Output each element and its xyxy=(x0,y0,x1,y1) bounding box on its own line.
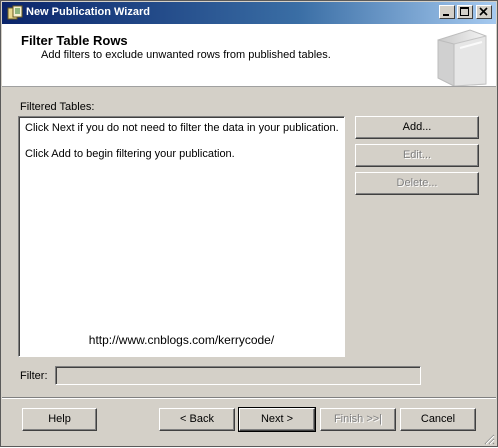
close-button[interactable] xyxy=(476,5,492,19)
wizard-window: New Publication Wizard Filter Table Rows… xyxy=(0,0,498,447)
cancel-button[interactable]: Cancel xyxy=(400,408,476,431)
delete-button[interactable]: Delete... xyxy=(355,172,479,195)
back-button[interactable]: < Back xyxy=(159,408,235,431)
list-hint-next: Click Next if you do not need to filter … xyxy=(25,122,339,134)
filter-field[interactable] xyxy=(55,366,421,385)
maximize-button[interactable] xyxy=(457,5,473,19)
watermark-url: http://www.cnblogs.com/kerrycode/ xyxy=(88,333,275,347)
resize-grip-icon[interactable] xyxy=(483,433,495,445)
window-title: New Publication Wizard xyxy=(26,6,150,18)
edit-button[interactable]: Edit... xyxy=(355,144,479,167)
publication-book-graphic xyxy=(430,26,494,87)
next-button[interactable]: Next > xyxy=(238,407,316,432)
wizard-app-icon xyxy=(7,5,23,21)
page-subtitle: Add filters to exclude unwanted rows fro… xyxy=(41,49,331,61)
filtered-tables-list[interactable]: Click Next if you do not need to filter … xyxy=(18,116,345,357)
minimize-button[interactable] xyxy=(439,5,455,19)
title-bar[interactable]: New Publication Wizard xyxy=(2,2,496,24)
filter-label: Filter: xyxy=(20,370,48,382)
filtered-tables-label: Filtered Tables: xyxy=(20,101,95,113)
footer-separator xyxy=(2,397,496,399)
finish-button[interactable]: Finish >>| xyxy=(320,408,396,431)
list-hint-add: Click Add to begin filtering your public… xyxy=(25,148,235,160)
wizard-header: Filter Table Rows Add filters to exclude… xyxy=(2,24,496,87)
help-button[interactable]: Help xyxy=(22,408,97,431)
page-title: Filter Table Rows xyxy=(21,33,128,48)
add-button[interactable]: Add... xyxy=(355,116,479,139)
